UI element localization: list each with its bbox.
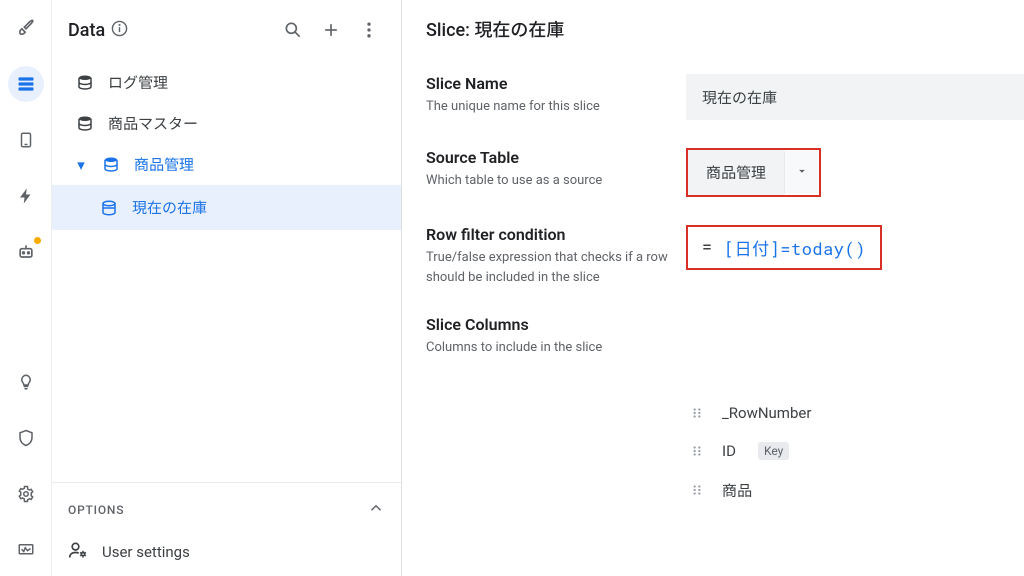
rail-shield-icon[interactable] <box>8 420 44 456</box>
field-label: Slice Columns <box>426 315 670 334</box>
column-label: 商品 <box>722 480 752 501</box>
user-settings-icon <box>68 540 88 564</box>
chevron-up-icon <box>367 499 385 520</box>
field-desc: The unique name for this slice <box>426 97 670 117</box>
add-icon[interactable] <box>315 14 347 46</box>
data-sidebar: Data ログ管理 商品マスター ▾ <box>52 0 402 576</box>
page-title: Slice: 現在の在庫 <box>426 16 1024 52</box>
rail-rocket-icon[interactable] <box>8 10 44 46</box>
field-label: Slice Name <box>426 74 670 93</box>
sidebar-options: OPTIONS User settings <box>52 482 401 576</box>
source-table-select[interactable]: 商品管理 <box>686 148 821 197</box>
rail-data-icon[interactable] <box>8 66 44 102</box>
info-icon[interactable] <box>111 20 128 41</box>
database-icon <box>74 74 96 92</box>
columns-list: _RowNumber ID Key 商品 <box>426 394 1024 511</box>
main-panel: Slice: 現在の在庫 Slice Name The unique name … <box>402 0 1024 576</box>
drag-handle-icon[interactable] <box>688 444 706 458</box>
rail-bot-icon[interactable] <box>8 234 44 270</box>
rail-bulb-icon[interactable] <box>8 364 44 400</box>
slice-icon <box>98 199 120 217</box>
rail-bolt-icon[interactable] <box>8 178 44 214</box>
field-slice-columns: Slice Columns Columns to include in the … <box>426 293 1024 364</box>
field-label: Source Table <box>426 148 670 167</box>
field-desc: Columns to include in the slice <box>426 338 670 358</box>
options-user-settings[interactable]: User settings <box>68 528 385 576</box>
tree-item-label: ログ管理 <box>108 72 168 93</box>
row-filter-expression[interactable]: = [日付]=today() <box>686 225 882 270</box>
options-row-label: User settings <box>102 543 190 561</box>
field-label: Row filter condition <box>426 225 670 244</box>
tree-subitem-label: 現在の在庫 <box>132 197 207 218</box>
rail-gear-icon[interactable] <box>8 476 44 512</box>
field-desc: True/false expression that checks if a r… <box>426 248 670 287</box>
nav-rail <box>0 0 52 576</box>
key-badge: Key <box>758 442 789 460</box>
column-label: ID <box>722 442 736 460</box>
column-row[interactable]: _RowNumber <box>688 394 1024 432</box>
dropdown-arrow-icon[interactable] <box>784 151 819 194</box>
tree-item-product[interactable]: ▾ 商品管理 <box>52 144 401 185</box>
database-icon <box>74 115 96 133</box>
sidebar-title: Data <box>68 20 105 41</box>
drag-handle-icon[interactable] <box>688 483 706 497</box>
tree-subitem-current-stock[interactable]: 現在の在庫 <box>52 185 401 230</box>
tree-item-log[interactable]: ログ管理 <box>52 62 401 103</box>
search-icon[interactable] <box>277 14 309 46</box>
select-value: 商品管理 <box>688 150 784 195</box>
column-row[interactable]: 商品 <box>688 470 1024 511</box>
equals-icon: = <box>702 237 712 258</box>
data-tree: ログ管理 商品マスター ▾ 商品管理 現在の在庫 <box>52 56 401 482</box>
notification-dot-icon <box>34 237 41 244</box>
options-header[interactable]: OPTIONS <box>68 483 385 528</box>
tree-item-label: 商品管理 <box>134 154 194 175</box>
expression-code: [日付]=today() <box>724 235 866 260</box>
field-source-table: Source Table Which table to use as a sou… <box>426 126 1024 203</box>
database-icon <box>100 156 122 174</box>
field-desc: Which table to use as a source <box>426 171 670 191</box>
sidebar-header: Data <box>52 0 401 56</box>
tree-item-master[interactable]: 商品マスター <box>52 103 401 144</box>
rail-monitor-icon[interactable] <box>8 532 44 568</box>
rail-device-icon[interactable] <box>8 122 44 158</box>
drag-handle-icon[interactable] <box>688 406 706 420</box>
caret-down-icon: ▾ <box>74 156 88 174</box>
field-row-filter: Row filter condition True/false expressi… <box>426 203 1024 293</box>
column-row[interactable]: ID Key <box>688 432 1024 470</box>
tree-item-label: 商品マスター <box>108 113 198 134</box>
field-slice-name: Slice Name The unique name for this slic… <box>426 52 1024 126</box>
more-icon[interactable] <box>353 14 385 46</box>
slice-name-input[interactable] <box>686 74 1024 120</box>
options-title: OPTIONS <box>68 503 124 517</box>
column-label: _RowNumber <box>722 404 811 422</box>
